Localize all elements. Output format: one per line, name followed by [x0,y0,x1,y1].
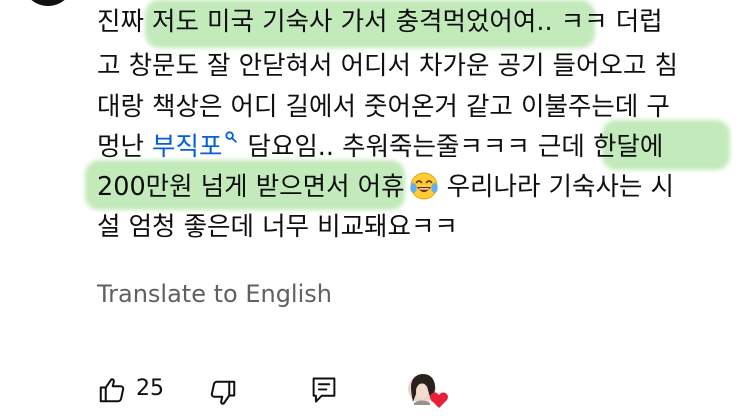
comment-text: 멍난 [97,132,153,162]
laughing-tears-emoji [409,172,438,200]
creator-heart-avatar [408,374,448,408]
search-icon [225,131,238,143]
comment-text: 진짜 [97,7,153,37]
thumbs-down-icon[interactable] [208,378,238,408]
comment-line: 고 창문도 잘 안닫혀서 어디서 차가운 공기 들어오고 침 [97,49,678,83]
thumbs-up-icon[interactable] [97,375,127,405]
comment-line: 진짜 저도 미국 기숙사 가서 충격먹었어여.. ㅋㅋ 더럽 [97,5,663,39]
like-count: 25 [136,376,164,401]
comment-line: 멍난 부직포 담요임.. 추워죽는줄ㅋㅋㅋ 근데 한달에 [97,130,663,164]
hashtag-link[interactable]: 부직포 [152,132,222,162]
translate-button[interactable]: Translate to English [97,278,332,310]
comment-text: 우리나라 기숙사는 시 [446,172,674,202]
comment-text: .. ㅋㅋ 더럽 [536,7,663,37]
comment-line: 200만원 넘게 받으면서 어휴 우리나라 기숙사는 시 [97,170,674,204]
commenter-avatar[interactable] [22,0,74,6]
highlighted-text: 한달에 [592,132,664,162]
comment-text: 설 엄청 좋은데 너무 비교돼요ㅋㅋ [97,212,458,242]
comment-text: 담요임.. 추워죽는줄ㅋㅋㅋ 근데 [247,132,593,162]
comment-text: 고 창문도 잘 안닫혀서 어디서 차가운 공기 들어오고 침 [97,51,678,81]
comment-line: 대랑 책상은 어디 길에서 줏어온거 같고 이불주는데 구 [97,90,670,124]
reply-icon[interactable] [310,375,338,405]
comment-text: 대랑 책상은 어디 길에서 줏어온거 같고 이불주는데 구 [97,92,670,122]
highlighted-text: 200만원 넘게 받으면서 어휴 [97,172,405,202]
comment-line: 설 엄청 좋은데 너무 비교돼요ㅋㅋ [97,210,458,244]
heart-icon [430,392,448,408]
highlighted-text: 저도 미국 기숙사 가서 충격먹었어여 [152,7,537,37]
